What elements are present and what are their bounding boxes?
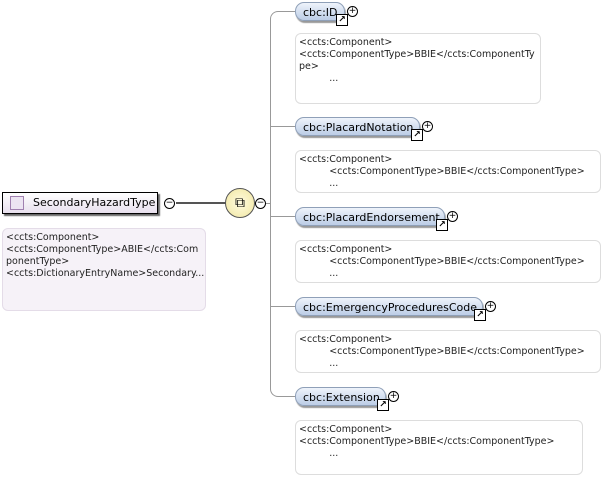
sequence-icon[interactable]: ⧉ [225, 188, 255, 218]
element-node[interactable]: cbc:PlacardNotation [295, 117, 420, 136]
tree-connector [270, 11, 295, 397]
element-name: cbc:PlacardEndorsement [303, 211, 440, 224]
connector-line [176, 202, 226, 204]
expand-plus-icon[interactable]: + [347, 6, 358, 17]
reference-arrow-icon: ↗ [436, 219, 448, 231]
expand-plus-icon[interactable]: + [422, 121, 433, 132]
complex-type-icon [10, 196, 24, 210]
collapse-sequence-minus-icon[interactable]: − [255, 198, 266, 209]
element-name: cbc:EmergencyProceduresCode [303, 301, 477, 314]
element-annotation: <ccts:Component> <ccts:ComponentType>BBI… [295, 150, 601, 193]
reference-arrow-icon: ↗ [377, 399, 389, 411]
branch-line [271, 306, 295, 307]
reference-arrow-icon: ↗ [336, 14, 348, 26]
element-annotation: <ccts:Component> <ccts:ComponentType>BBIE… [295, 420, 583, 475]
reference-arrow-icon: ↗ [474, 309, 486, 321]
branch-line [271, 216, 295, 217]
element-name: cbc:PlacardNotation [303, 121, 414, 134]
expand-plus-icon[interactable]: + [485, 301, 496, 312]
reference-arrow-icon: ↗ [411, 129, 423, 141]
root-complex-type[interactable]: SecondaryHazardType [2, 192, 158, 214]
expand-plus-icon[interactable]: + [447, 211, 458, 222]
element-node[interactable]: cbc:EmergencyProceduresCode [295, 297, 483, 316]
collapse-root-minus-icon[interactable]: − [164, 198, 175, 209]
element-annotation: <ccts:Component> <ccts:ComponentType>BBI… [295, 330, 601, 373]
element-node[interactable]: cbc:PlacardEndorsement [295, 207, 445, 226]
element-annotation: <ccts:Component> <ccts:ComponentType>BBIE… [295, 33, 541, 104]
root-annotation: <ccts:Component> <ccts:ComponentType>ABIE… [2, 228, 206, 311]
branch-line [271, 126, 295, 127]
root-type-name: SecondaryHazardType [33, 196, 156, 209]
element-annotation: <ccts:Component> <ccts:ComponentType>BBI… [295, 240, 601, 283]
expand-plus-icon[interactable]: + [388, 391, 399, 402]
element-name: cbc:ID [303, 6, 338, 19]
element-node[interactable]: cbc:Extension [295, 387, 386, 406]
element-name: cbc:Extension [303, 391, 380, 404]
